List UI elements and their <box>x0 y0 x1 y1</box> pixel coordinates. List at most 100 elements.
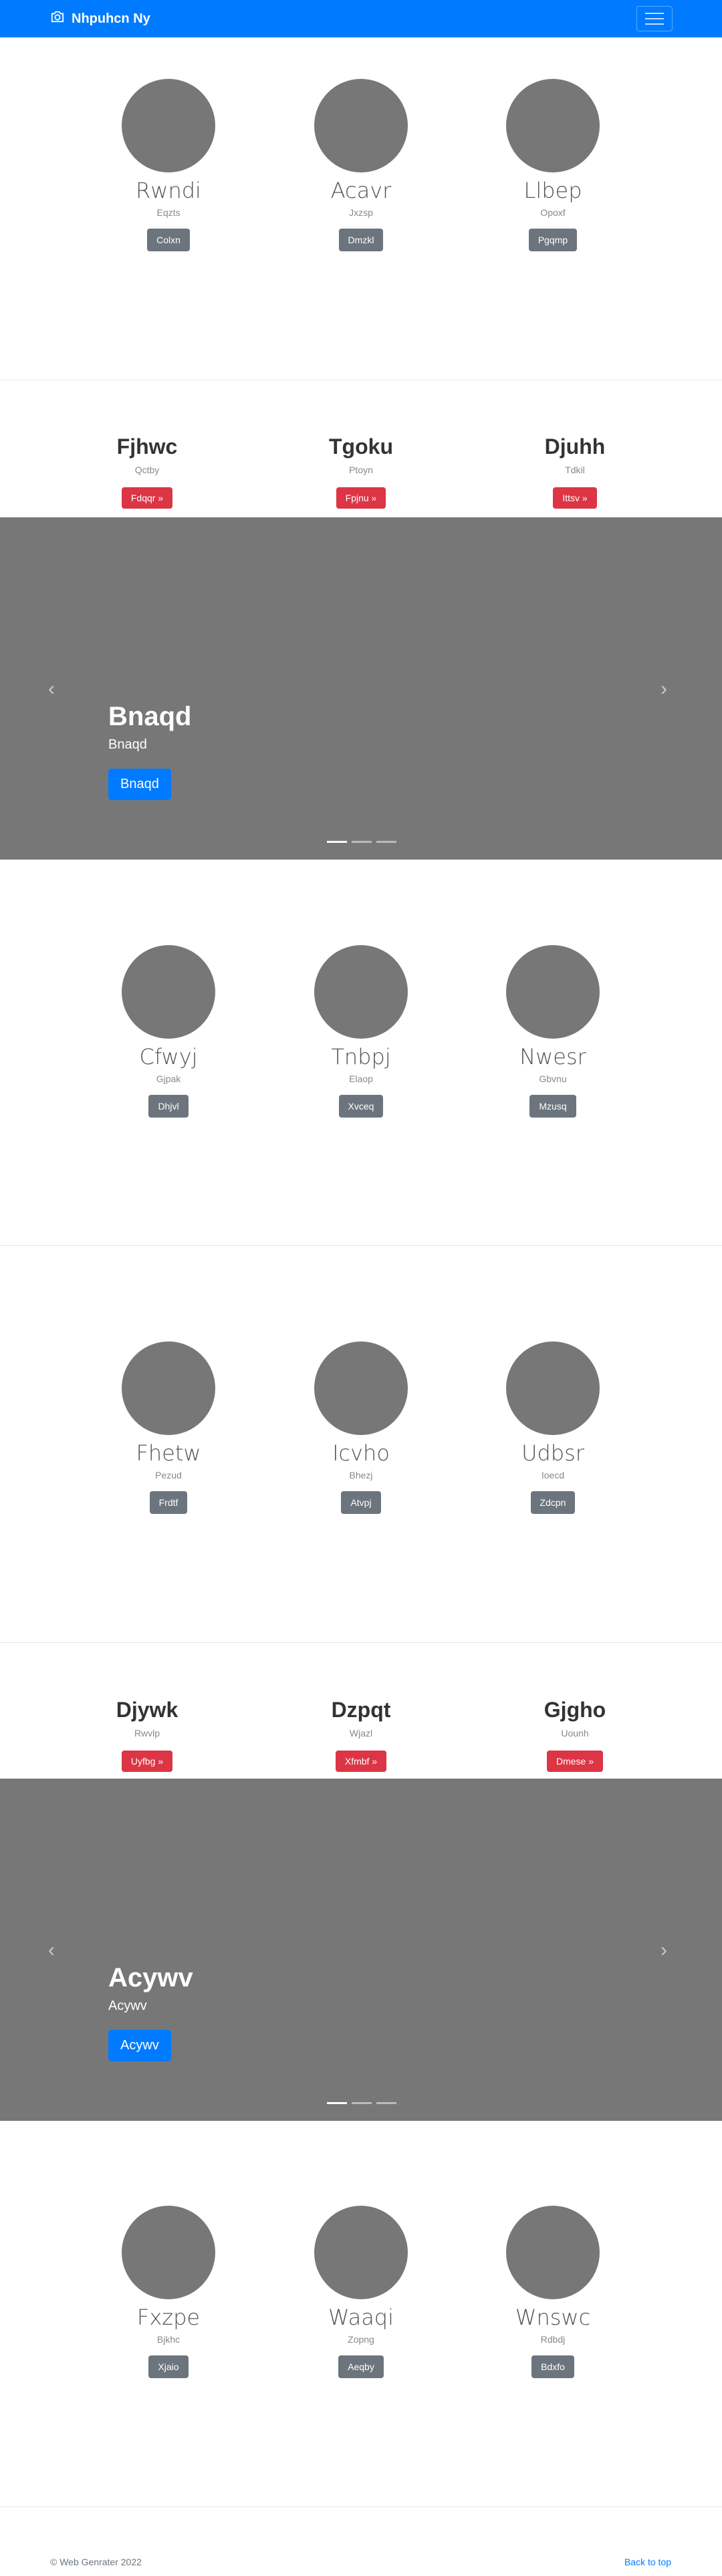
navbar: Nhpuhcn Ny <box>0 0 722 37</box>
carousel-button[interactable]: Bnaqd <box>108 769 171 800</box>
profile-button[interactable]: Dmzkl <box>338 229 384 251</box>
carousel-caption: Bnaqd Bnaqd Bnaqd <box>108 702 191 800</box>
avatar <box>314 2206 408 2299</box>
navbar-brand[interactable]: Nhpuhcn Ny <box>50 10 150 27</box>
heading-button[interactable]: Xfmbf » <box>335 1751 387 1772</box>
avatar <box>314 79 408 172</box>
profile-name: Wnswc <box>515 2305 591 2330</box>
heading-subtitle: Rwvlp <box>134 1728 160 1738</box>
profile-subtitle: Opoxf <box>540 207 566 218</box>
avatar <box>314 1341 408 1435</box>
profile-card: Fhetw Pezud Frdtf <box>68 1341 269 1514</box>
heading-button[interactable]: Ittsv » <box>553 487 597 509</box>
profile-button[interactable]: Xjaio <box>148 2355 189 2378</box>
profile-button[interactable]: Mzusq <box>529 1095 576 1118</box>
profile-subtitle: Bhezj <box>349 1470 373 1480</box>
profile-card: Llbep Opoxf Pgqmp <box>453 79 653 251</box>
chevron-right-icon[interactable]: › <box>660 1939 667 1962</box>
carousel-indicators <box>327 841 396 843</box>
camera-icon <box>50 10 72 27</box>
profile-subtitle: Jxzsp <box>349 207 373 218</box>
profile-name: Llbep <box>523 178 582 203</box>
profile-card: Wnswc Rdbdj Bdxfo <box>453 2206 653 2378</box>
heading-button[interactable]: Fdqqr » <box>121 487 173 509</box>
profile-button[interactable]: Colxn <box>147 229 190 251</box>
heading-button[interactable]: Fpjnu » <box>336 487 386 509</box>
avatar <box>506 1341 600 1435</box>
profile-card: Waaqi Zopng Aeqby <box>261 2206 461 2378</box>
profile-card: Icvho Bhezj Atvpj <box>261 1341 461 1514</box>
profile-card: Cfwyj Gjpak Dhjvl <box>68 945 269 1118</box>
carousel: ‹ › Acywv Acywv Acywv <box>0 1779 722 2121</box>
carousel-title: Acywv <box>108 1963 193 1992</box>
copyright-text: © Web Genrater 2022 <box>50 2557 142 2567</box>
carousel-button[interactable]: Acywv <box>108 2030 171 2061</box>
brand-label: Nhpuhcn Ny <box>72 11 150 26</box>
carousel-indicator[interactable] <box>376 2102 396 2104</box>
avatar <box>122 2206 215 2299</box>
profile-card: Nwesr Gbvnu Mzusq <box>453 945 653 1118</box>
avatar <box>506 945 600 1039</box>
heading-card: Dzpqt Wjazl Xfmbf » <box>261 1698 461 1772</box>
carousel-subtitle: Acywv <box>108 1999 147 2013</box>
profile-card: Acavr Jxzsp Dmzkl <box>261 79 461 251</box>
heading-card: Tgoku Ptoyn Fpjnu » <box>261 434 461 509</box>
carousel-title: Bnaqd <box>108 702 192 731</box>
heading-title: Djywk <box>116 1698 178 1722</box>
profile-button[interactable]: Bdxfo <box>531 2355 574 2378</box>
carousel-indicator[interactable] <box>352 2102 372 2104</box>
heading-button[interactable]: Dmese » <box>546 1751 604 1772</box>
heading-subtitle: Wjazl <box>349 1728 373 1738</box>
carousel-indicators <box>327 2102 396 2104</box>
chevron-left-icon[interactable]: ‹ <box>48 678 55 700</box>
avatar <box>506 79 600 172</box>
heading-card: Djuhh Tdkil Ittsv » <box>475 434 675 509</box>
carousel-indicator[interactable] <box>327 841 347 843</box>
profile-subtitle: Rdbdj <box>540 2334 566 2345</box>
carousel-indicator[interactable] <box>352 841 372 843</box>
avatar <box>506 2206 600 2299</box>
profile-card: Tnbpj Elaop Xvceq <box>261 945 461 1118</box>
profile-card: Rwndi Eqzts Colxn <box>68 79 269 251</box>
profile-name: Nwesr <box>519 1044 586 1069</box>
carousel-subtitle: Bnaqd <box>108 737 147 752</box>
profile-subtitle: Elaop <box>349 1073 373 1084</box>
avatar <box>122 945 215 1039</box>
back-to-top-link[interactable]: Back to top <box>624 2557 671 2567</box>
profile-subtitle: Zopng <box>348 2334 374 2345</box>
profile-button[interactable]: Frdtf <box>149 1491 188 1514</box>
avatar <box>122 79 215 172</box>
profile-subtitle: Gbvnu <box>539 1073 567 1084</box>
profile-button[interactable]: Zdcpn <box>530 1491 576 1514</box>
heading-title: Dzpqt <box>331 1698 391 1722</box>
profile-subtitle: Pezud <box>155 1470 182 1480</box>
heading-subtitle: Qctby <box>134 465 160 475</box>
profile-button[interactable]: Aeqby <box>338 2355 384 2378</box>
profile-name: Cfwyj <box>139 1044 198 1069</box>
profile-name: Fhetw <box>136 1440 201 1466</box>
carousel: ‹ › Bnaqd Bnaqd Bnaqd <box>0 517 722 860</box>
heading-card: Fjhwc Qctby Fdqqr » <box>47 434 247 509</box>
heading-title: Gjgho <box>544 1698 606 1722</box>
heading-card: Djywk Rwvlp Uyfbg » <box>47 1698 247 1772</box>
heading-button[interactable]: Uyfbg » <box>121 1751 173 1772</box>
navbar-toggler-button[interactable] <box>636 6 673 31</box>
chevron-left-icon[interactable]: ‹ <box>48 1939 55 1962</box>
profile-button[interactable]: Dhjvl <box>148 1095 189 1118</box>
heading-subtitle: Uounh <box>561 1728 589 1738</box>
section-divider <box>0 1245 722 1246</box>
profile-card: Udbsr Ioecd Zdcpn <box>453 1341 653 1514</box>
profile-name: Acavr <box>330 178 392 203</box>
profile-button[interactable]: Atvpj <box>341 1491 381 1514</box>
heading-title: Djuhh <box>544 434 606 459</box>
profile-button[interactable]: Xvceq <box>338 1095 384 1118</box>
carousel-indicator[interactable] <box>327 2102 347 2104</box>
profile-button[interactable]: Pgqmp <box>528 229 578 251</box>
profile-name: Fxzpe <box>136 2305 201 2330</box>
profile-card: Fxzpe Bjkhc Xjaio <box>68 2206 269 2378</box>
hamburger-icon <box>645 13 664 14</box>
profile-name: Tnbpj <box>331 1044 391 1069</box>
chevron-right-icon[interactable]: › <box>660 678 667 700</box>
carousel-indicator[interactable] <box>376 841 396 843</box>
profile-subtitle: Ioecd <box>541 1470 565 1480</box>
